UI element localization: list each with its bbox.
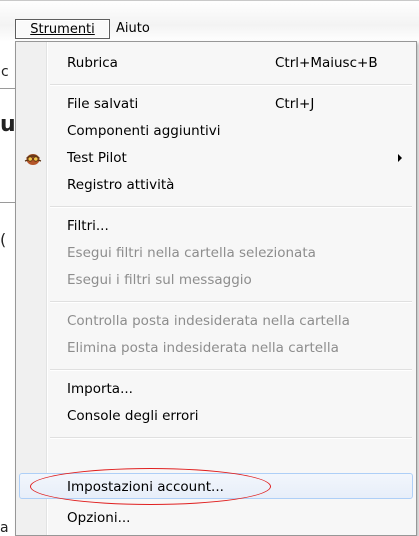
test-pilot-icon — [24, 154, 42, 165]
menu-item-componenti-aggiuntivi[interactable]: Componenti aggiuntivi — [19, 118, 413, 144]
menu-item-opzioni[interactable]: Opzioni... — [19, 505, 413, 531]
background-text-fragment: a — [0, 520, 9, 536]
menu-separator — [50, 301, 412, 303]
menu-strumenti[interactable]: Strumenti — [15, 19, 110, 39]
menubar-top-border — [0, 0, 419, 1]
menu-item-label: File salvati — [67, 96, 139, 112]
menu-label: Strumenti — [30, 22, 95, 37]
menu-item-label: Opzioni... — [67, 510, 131, 526]
menubar: Strumenti Aiuto — [0, 0, 419, 42]
menu-item-elimina-posta-indesiderata: Elimina posta indesiderata nella cartell… — [19, 335, 413, 361]
background-text-fragment: ( — [0, 230, 7, 249]
menu-separator — [50, 369, 412, 371]
background-text-fragment: c — [1, 64, 9, 80]
menu-item-label: Controlla posta indesiderata nella carte… — [67, 313, 350, 329]
menu-item-test-pilot[interactable]: Test Pilot — [19, 145, 413, 171]
menu-item-label: Console degli errori — [67, 408, 199, 424]
menu-separator — [50, 206, 412, 208]
menu-item-label: Importa... — [67, 381, 133, 397]
menu-item-console-errori[interactable]: Console degli errori — [19, 403, 413, 429]
menu-item-label: Rubrica — [67, 55, 118, 71]
menu-item-label: Filtri... — [67, 218, 109, 234]
background-divider — [0, 88, 15, 89]
menu-item-importa[interactable]: Importa... — [19, 376, 413, 402]
menu-item-label: Esegui filtri nella cartella selezionata — [67, 245, 316, 261]
menu-item-shortcut: Ctrl+J — [275, 96, 315, 112]
menu-item-label: Esegui i filtri sul messaggio — [67, 272, 252, 288]
menu-item-label: Impostazioni account... — [67, 479, 224, 495]
strumenti-dropdown-menu: Rubrica Ctrl+Maiusc+B File salvati Ctrl+… — [15, 41, 417, 536]
menu-item-shortcut: Ctrl+Maiusc+B — [275, 55, 378, 71]
menu-separator — [50, 84, 412, 86]
menu-item-impostazioni-account[interactable]: Impostazioni account... — [19, 473, 413, 499]
menu-aiuto[interactable]: Aiuto — [113, 19, 163, 39]
menu-item-rubrica[interactable]: Rubrica Ctrl+Maiusc+B — [19, 50, 413, 76]
menu-item-label: Test Pilot — [67, 150, 127, 166]
menu-item-label: Componenti aggiuntivi — [67, 123, 221, 139]
menu-item-esegui-filtri-cartella: Esegui filtri nella cartella selezionata — [19, 240, 413, 266]
menu-item-label: Elimina posta indesiderata nella cartell… — [67, 340, 339, 356]
background-text-fragment: u — [0, 112, 16, 137]
menu-item-registro-attivita[interactable]: Registro attività — [19, 172, 413, 198]
menu-separator — [50, 437, 412, 439]
menu-item-label: Registro attività — [67, 177, 175, 193]
menu-item-controlla-posta-indesiderata: Controlla posta indesiderata nella carte… — [19, 308, 413, 334]
background-window-left — [0, 0, 16, 536]
submenu-arrow-icon — [398, 154, 402, 162]
menu-item-filtri[interactable]: Filtri... — [19, 213, 413, 239]
menu-item-esegui-filtri-messaggio: Esegui i filtri sul messaggio — [19, 267, 413, 293]
background-divider — [0, 202, 15, 203]
menu-item-file-salvati[interactable]: File salvati Ctrl+J — [19, 91, 413, 117]
menu-label: Aiuto — [116, 21, 150, 36]
